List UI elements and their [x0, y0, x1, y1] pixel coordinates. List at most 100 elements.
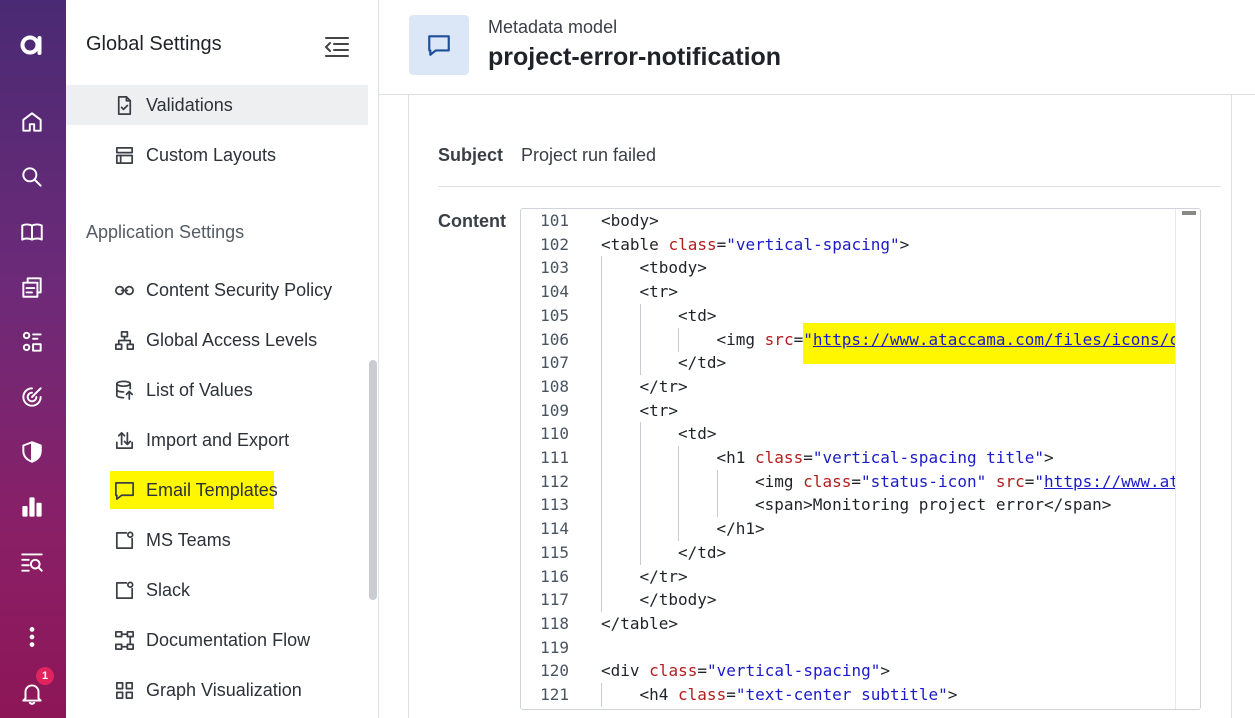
- code-line[interactable]: 119: [521, 636, 1195, 660]
- code-token: class: [668, 234, 717, 254]
- code-editor[interactable]: 101 <body> 102 <table class="vertical-spaci…: [520, 208, 1201, 710]
- catalog-icon[interactable]: [15, 270, 49, 304]
- code-token: =: [803, 448, 813, 467]
- code-token: </h1>: [716, 519, 765, 539]
- search-icon[interactable]: [15, 160, 49, 194]
- sidebar-item-documentation-flow[interactable]: Documentation Flow: [66, 620, 368, 660]
- indent-guide: [601, 374, 602, 399]
- code-line[interactable]: 116 </tr>: [521, 564, 1195, 589]
- bell-icon[interactable]: 1: [15, 667, 54, 710]
- code-token: </td>: [678, 353, 727, 373]
- code-token: https://www.ataccama.com/files/icons/com: [812, 329, 1199, 349]
- code-line[interactable]: 120 <div class="vertical-spacing">: [521, 659, 1195, 683]
- line-number: 104: [540, 282, 569, 302]
- line-number: 110: [540, 424, 569, 444]
- sidebar-title: Global Settings: [86, 33, 222, 55]
- indent-guide: [678, 446, 679, 470]
- indent-guide: [601, 327, 602, 352]
- sidebar-item-custom-layouts[interactable]: Custom Layouts: [66, 135, 368, 175]
- code-line[interactable]: 106 <img src="https://www.ataccama.com/fi…: [521, 327, 1199, 352]
- code-token: =: [1024, 471, 1035, 491]
- shield-icon[interactable]: [15, 435, 49, 469]
- code-line[interactable]: 113 <span>Monitoring project error</span>: [521, 493, 1195, 518]
- code-token: <h1: [716, 448, 756, 467]
- rules-icon[interactable]: [15, 325, 49, 359]
- indent-guide: [639, 446, 641, 470]
- code-line[interactable]: 114 </h1>: [521, 517, 1195, 542]
- code-line[interactable]: 112 <img class="status-icon" src="https:/…: [521, 469, 1198, 494]
- code-text: <h1 class="vertical-spacing title">: [717, 446, 1054, 470]
- code-line[interactable]: 110 <td>: [521, 422, 1195, 447]
- code-line[interactable]: 108 </tr>: [521, 374, 1195, 399]
- indent-guide: [601, 517, 602, 542]
- sidebar-item-validations[interactable]: Validations: [66, 85, 368, 125]
- line-number: 116: [540, 566, 569, 586]
- code-line[interactable]: 117 </tbody>: [521, 588, 1195, 613]
- code-line[interactable]: 105 <td>: [521, 303, 1195, 328]
- sidebar-item-content-security-policy[interactable]: Content Security Policy: [66, 270, 368, 310]
- sidebar-item-slack[interactable]: Slack: [66, 570, 368, 610]
- sidebar-item-email-templates[interactable]: Email Templates: [66, 470, 368, 510]
- code-token: "vertical-spacing": [706, 661, 881, 681]
- indent-guide: [639, 303, 641, 328]
- code-line[interactable]: 102 <table class="vertical-spacing">: [521, 233, 1195, 257]
- code-text: <td>: [678, 304, 717, 328]
- code-token: <body>: [601, 211, 659, 230]
- sidebar-item-global-access-levels[interactable]: Global Access Levels: [66, 320, 368, 360]
- indent-guide: [601, 493, 602, 518]
- collapse-sidebar-button[interactable]: [323, 33, 353, 61]
- sidebar-item-label: Graph Visualization: [146, 679, 302, 700]
- line-number: 102: [540, 234, 569, 254]
- sidebar-item-list-of-values[interactable]: List of Values: [66, 370, 368, 410]
- line-number: 107: [540, 353, 569, 373]
- code-token: "vertical-spacing": [726, 234, 900, 254]
- flow-icon: [111, 627, 137, 653]
- home-icon[interactable]: [15, 105, 49, 139]
- chart-icon[interactable]: [15, 490, 49, 524]
- editor-scrollbar[interactable]: [1175, 209, 1200, 709]
- link-icon: [111, 277, 137, 303]
- indent-guide: [678, 327, 679, 352]
- code-line[interactable]: 101 <body>: [521, 209, 1195, 233]
- code-token: >: [899, 234, 910, 254]
- line-number: 101: [540, 211, 569, 230]
- code-token: <img: [716, 329, 765, 349]
- message-icon: [111, 477, 137, 503]
- code-text: </h1>: [717, 517, 765, 541]
- target-icon[interactable]: [15, 380, 49, 414]
- code-token: <tr>: [639, 400, 679, 420]
- code-token: ": [1034, 471, 1045, 491]
- code-line[interactable]: 103 <tbody>: [521, 256, 1195, 281]
- indent-guide: [601, 398, 602, 423]
- line-number: 109: [540, 400, 569, 420]
- code-line[interactable]: 115 </td>: [521, 540, 1195, 565]
- ataccama-logo[interactable]: [18, 30, 46, 58]
- dq-icon[interactable]: [15, 545, 49, 579]
- indent-guide: [601, 683, 602, 707]
- code-line[interactable]: 111 <h1 class="vertical-spacing title">: [521, 446, 1195, 470]
- code-text: </tr>: [640, 565, 688, 589]
- sidebar-item-import-export[interactable]: Import and Export: [66, 420, 368, 460]
- line-number: 103: [540, 258, 569, 278]
- code-text: <h4 class="text-center subtitle">: [640, 683, 958, 707]
- code-line[interactable]: 109 <tr>: [521, 398, 1195, 423]
- sidebar-item-ms-teams[interactable]: MS Teams: [66, 520, 368, 560]
- code-token: <img: [755, 471, 804, 491]
- code-line[interactable]: 104 <tr>: [521, 280, 1195, 305]
- indent-guide: [601, 256, 602, 281]
- indent-guide: [639, 469, 641, 494]
- code-line[interactable]: 118 </table>: [521, 612, 1195, 636]
- sidebar-item-label: MS Teams: [146, 529, 231, 550]
- sidebar-item-graph-visualization[interactable]: Graph Visualization: [66, 670, 368, 710]
- indent-guide: [639, 422, 641, 447]
- subject-value[interactable]: Project run failed: [521, 145, 656, 166]
- more-icon[interactable]: [15, 620, 49, 654]
- book-icon[interactable]: [15, 215, 49, 249]
- sidebar-scrollbar[interactable]: [369, 360, 377, 600]
- sidebar-item-label: Custom Layouts: [146, 144, 277, 165]
- indent-guide: [601, 469, 602, 494]
- code-line[interactable]: 121 <h4 class="text-center subtitle">: [521, 683, 1195, 707]
- code-line[interactable]: 107 </td>: [521, 351, 1195, 376]
- indent-guide: [678, 517, 679, 542]
